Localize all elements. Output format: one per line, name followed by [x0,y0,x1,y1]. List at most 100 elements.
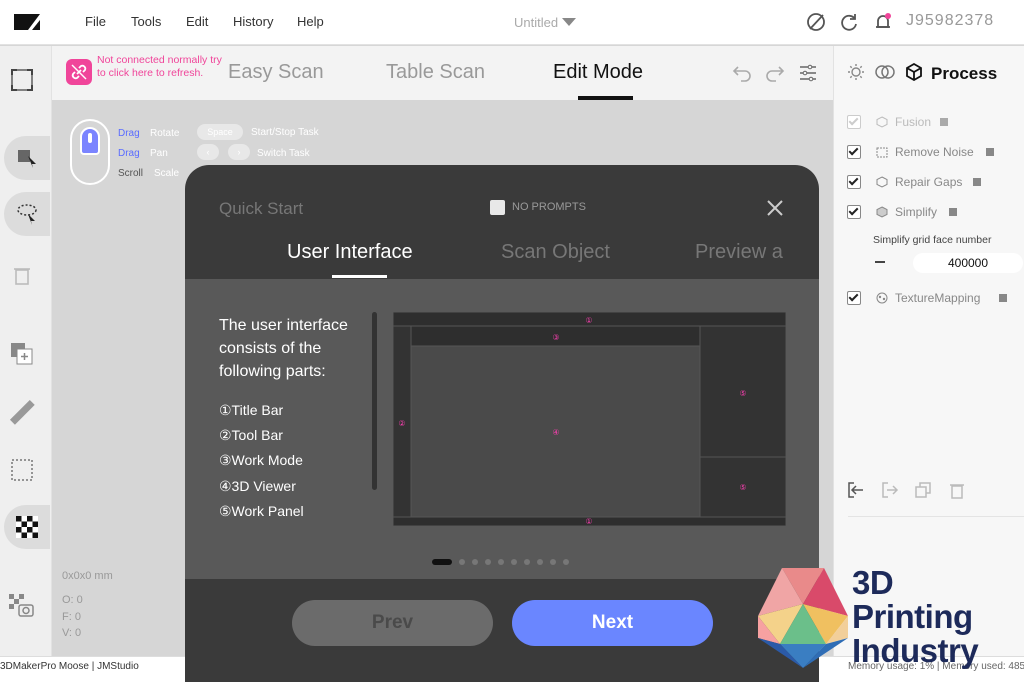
undo-icon[interactable] [732,64,752,82]
tab-user-interface[interactable]: User Interface [287,241,413,264]
mouse-hint-icon [70,119,110,185]
marker-work-mode: ③ [552,333,559,342]
remove-noise-checkbox[interactable] [847,145,861,159]
delete-model-icon[interactable] [948,481,966,499]
watermark-line2: Printing [852,598,973,635]
add-layer-icon[interactable] [10,342,34,366]
hint-scale-label: Scale [154,168,180,179]
stat-f: F: 0 [62,611,81,623]
simplify-face-number-input[interactable]: 400000 [913,253,1023,273]
page-dot[interactable] [432,559,452,565]
tab-edit-mode[interactable]: Edit Mode [553,61,643,84]
panel-divider [848,516,1024,517]
texture-mapping-icon [876,292,888,304]
ui-description: The user interface consists of the follo… [219,317,348,380]
simplify-face-number-label: Simplify grid face number [873,234,992,246]
fusion-label: Fusion [895,115,932,129]
right-arrow-key-icon: › [228,144,250,160]
hint-pan-label: Pan [150,148,168,159]
menu-edit[interactable]: Edit [186,14,208,29]
import-icon[interactable] [847,481,865,499]
tab-table-scan[interactable]: Table Scan [386,61,485,84]
page-dot[interactable] [537,559,543,565]
part-work-mode: ③Work Mode [219,452,303,468]
notification-bell-icon[interactable] [872,11,894,33]
hint-scroll-action: Scroll [118,168,144,179]
remove-noise-label: Remove Noise [895,145,974,159]
page-dot[interactable] [563,559,569,565]
space-key-hint: Space [197,124,243,140]
simplify-checkbox[interactable] [847,205,861,219]
no-network-icon[interactable] [805,11,827,33]
ruler-measure-icon[interactable] [9,399,35,425]
hint-drag-rotate-action: Drag [118,128,140,139]
page-dot[interactable] [459,559,465,565]
settings-sliders-icon[interactable] [799,64,817,82]
watermark-text: 3D Printing Industry [852,566,979,669]
ui-layout-diagram: ① ③ ② ④ ⑤ ⑤ ① [393,312,786,526]
document-title[interactable]: Untitled [514,15,558,30]
status-device-info: 3DMakerPro Moose | JMStudio [0,661,139,672]
marker-status-bar: ① [585,517,592,526]
process-cube-icon [906,63,922,81]
page-dot[interactable] [498,559,504,565]
compare-mesh-icon[interactable] [875,63,895,81]
page-dot[interactable] [472,559,478,565]
panel-title[interactable]: Process [931,64,997,84]
lasso-select-icon [17,204,37,225]
marker-title-bar: ① [585,316,592,325]
refresh-icon[interactable] [838,11,860,33]
part-work-panel: ⑤Work Panel [219,503,304,519]
page-dot[interactable] [524,559,530,565]
export-icon[interactable] [881,481,899,499]
minus-icon[interactable] [875,261,885,263]
tab-scan-object[interactable]: Scan Object [501,241,610,264]
bounding-box-icon[interactable] [10,458,34,482]
prev-button[interactable]: Prev [292,600,493,646]
page-dot[interactable] [511,559,517,565]
no-prompts-checkbox[interactable] [490,200,505,215]
connection-warning-button[interactable] [66,59,92,85]
fusion-checkbox[interactable] [847,115,861,129]
watermark-line3: Industry [852,632,979,669]
marker-tool-bar: ② [398,419,405,428]
user-id[interactable]: J95982378 [906,12,994,30]
delete-trash-icon[interactable] [12,264,32,286]
hint-rotate-label: Rotate [150,128,180,139]
part-3d-viewer: ④3D Viewer [219,478,296,494]
tab-preview[interactable]: Preview a [695,241,783,264]
tab-easy-scan[interactable]: Easy Scan [228,61,324,84]
menu-help[interactable]: Help [297,14,324,29]
copy-icon[interactable] [914,481,932,499]
hint-start-stop-label: Start/Stop Task [251,127,319,138]
marker-work-panel-lower: ⑤ [739,483,746,492]
texture-mapping-info-icon[interactable] [999,294,1007,302]
menu-tools[interactable]: Tools [131,14,161,29]
repair-gaps-info-icon[interactable] [973,178,981,186]
fusion-info-icon[interactable] [940,118,948,126]
repair-gaps-icon [876,176,888,188]
page-indicator[interactable] [432,559,576,567]
texture-mapping-checkbox[interactable] [847,291,861,305]
menu-file[interactable]: File [85,14,106,29]
page-dot[interactable] [550,559,556,565]
simplify-icon [876,206,888,218]
menu-history[interactable]: History [233,14,273,29]
redo-icon[interactable] [765,64,785,82]
close-icon[interactable] [765,198,785,218]
texture-camera-icon[interactable] [9,594,35,618]
fullscreen-icon[interactable] [10,68,34,92]
remove-noise-info-icon[interactable] [986,148,994,156]
simplify-info-icon[interactable] [949,208,957,216]
no-prompts-label[interactable]: NO PROMPTS [512,201,586,213]
description-scrollbar[interactable] [372,312,377,490]
next-button[interactable]: Next [512,600,713,646]
page-dot[interactable] [485,559,491,565]
stat-o: O: 0 [62,594,83,606]
chevron-down-icon[interactable] [562,18,576,26]
model-dimensions: 0x0x0 mm [62,570,113,582]
connection-warning-text[interactable]: Not connected normally try to click here… [97,54,227,79]
light-sun-icon[interactable] [847,63,865,81]
repair-gaps-checkbox[interactable] [847,175,861,189]
stat-v: V: 0 [62,627,82,639]
